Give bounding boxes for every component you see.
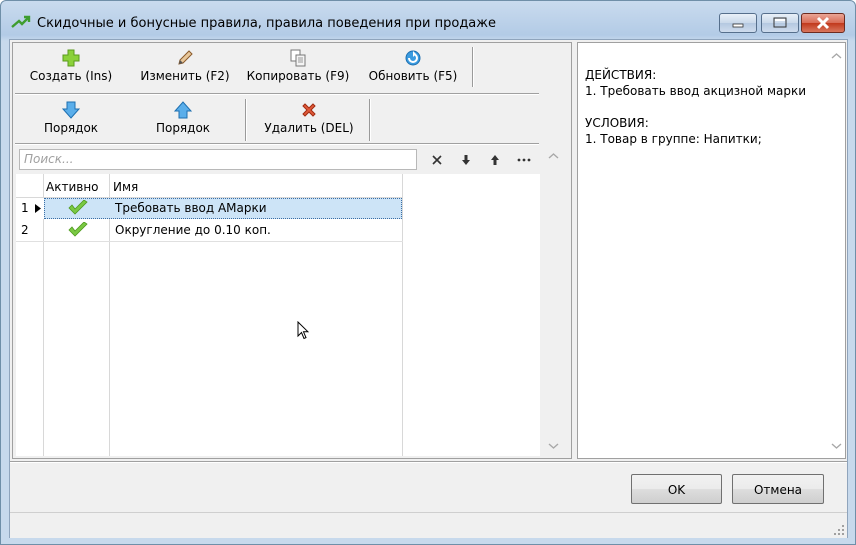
- actions-heading: ДЕЙСТВИЯ:: [585, 68, 657, 82]
- order-down-label: Порядок: [43, 121, 99, 135]
- search-input[interactable]: [20, 150, 418, 168]
- checkmark-icon: [68, 199, 88, 215]
- edit-button[interactable]: Изменить (F2): [135, 49, 235, 83]
- order-down-button[interactable]: Порядок: [31, 101, 111, 135]
- arrow-up-small-icon: [491, 155, 499, 165]
- arrow-down-icon: [62, 101, 80, 119]
- plus-icon: [62, 49, 80, 67]
- close-button[interactable]: [801, 13, 845, 33]
- rules-list-pane: Создать (Ins) Изменить (F2) Копировать (…: [12, 42, 572, 459]
- status-bar: [10, 512, 847, 538]
- more-icon: [517, 158, 531, 162]
- grid-scrollbar[interactable]: [545, 147, 562, 455]
- rules-grid: Активно Имя 1 Требовать ввод АМарки 2 Ок…: [16, 174, 540, 456]
- mouse-cursor-icon: [297, 321, 309, 340]
- row-number: 2: [21, 223, 29, 237]
- create-button-label: Создать (Ins): [29, 69, 113, 83]
- scroll-up-icon[interactable]: [545, 151, 562, 161]
- details-scrollbar[interactable]: [828, 47, 845, 455]
- conditions-item: 1. Товар в группе: Напитки;: [585, 132, 762, 146]
- title-bar[interactable]: Скидочные и бонусные правила, правила по…: [1, 1, 855, 37]
- header-active[interactable]: Активно: [46, 178, 108, 197]
- minimize-icon: [732, 23, 744, 28]
- edit-button-label: Изменить (F2): [140, 69, 230, 83]
- toolbar-separator: [245, 99, 247, 141]
- footer-divider: [10, 461, 847, 463]
- maximize-icon: [773, 17, 787, 28]
- search-options-button[interactable]: [514, 151, 534, 169]
- arrow-down-small-icon: [462, 155, 470, 165]
- toolbar-bottom-divider: [15, 143, 539, 145]
- order-up-button[interactable]: Порядок: [143, 101, 223, 135]
- row-number: 1: [21, 201, 29, 215]
- clear-search-button[interactable]: [427, 151, 447, 169]
- rules-icon: [11, 15, 31, 28]
- maximize-button[interactable]: [761, 13, 799, 33]
- toolbar-separator: [472, 47, 474, 87]
- search-next-button[interactable]: [456, 151, 476, 169]
- copy-icon: [290, 49, 306, 67]
- delete-icon: [302, 103, 316, 117]
- copy-button[interactable]: Копировать (F9): [243, 49, 353, 83]
- minimize-button[interactable]: [719, 13, 757, 33]
- dialog-window: Скидочные и бонусные правила, правила по…: [0, 0, 856, 545]
- arrow-up-icon: [174, 101, 192, 119]
- actions-item: 1. Требовать ввод акцизной марки: [585, 84, 807, 98]
- dialog-client-area: Создать (Ins) Изменить (F2) Копировать (…: [9, 39, 848, 538]
- scroll-down-icon[interactable]: [545, 441, 562, 451]
- table-row[interactable]: 2 Округление до 0.10 коп.: [16, 220, 403, 242]
- checkmark-icon: [68, 221, 88, 237]
- ok-button[interactable]: OK: [631, 474, 722, 504]
- refresh-icon: [405, 50, 421, 66]
- create-button[interactable]: Создать (Ins): [21, 49, 121, 83]
- table-row[interactable]: 1 Требовать ввод АМарки: [16, 198, 403, 219]
- order-up-label: Порядок: [155, 121, 211, 135]
- scroll-down-icon[interactable]: [828, 441, 845, 451]
- rule-details-pane: ДЕЙСТВИЯ: 1. Требовать ввод акцизной мар…: [577, 42, 846, 459]
- conditions-heading: УСЛОВИЯ:: [585, 116, 649, 130]
- search-prev-button[interactable]: [485, 151, 505, 169]
- toolbar-row-divider: [15, 93, 539, 95]
- copy-button-label: Копировать (F9): [246, 69, 350, 83]
- window-title: Скидочные и бонусные правила, правила по…: [37, 16, 496, 31]
- toolbar-separator: [369, 99, 371, 141]
- row-name: Округление до 0.10 коп.: [115, 223, 271, 237]
- row-name: Требовать ввод АМарки: [115, 201, 267, 215]
- refresh-button-label: Обновить (F5): [368, 69, 458, 83]
- delete-button[interactable]: Удалить (DEL): [257, 101, 361, 135]
- delete-button-label: Удалить (DEL): [264, 121, 354, 135]
- resize-grip-icon[interactable]: [833, 524, 845, 536]
- current-row-indicator-icon: [35, 204, 41, 213]
- scroll-up-icon[interactable]: [828, 51, 845, 61]
- refresh-button[interactable]: Обновить (F5): [363, 49, 463, 83]
- pencil-icon: [178, 50, 193, 65]
- header-name[interactable]: Имя: [113, 178, 393, 197]
- cancel-button[interactable]: Отмена: [732, 474, 824, 504]
- search-box[interactable]: [19, 149, 418, 170]
- close-icon: [816, 16, 830, 30]
- close-icon: [432, 155, 442, 165]
